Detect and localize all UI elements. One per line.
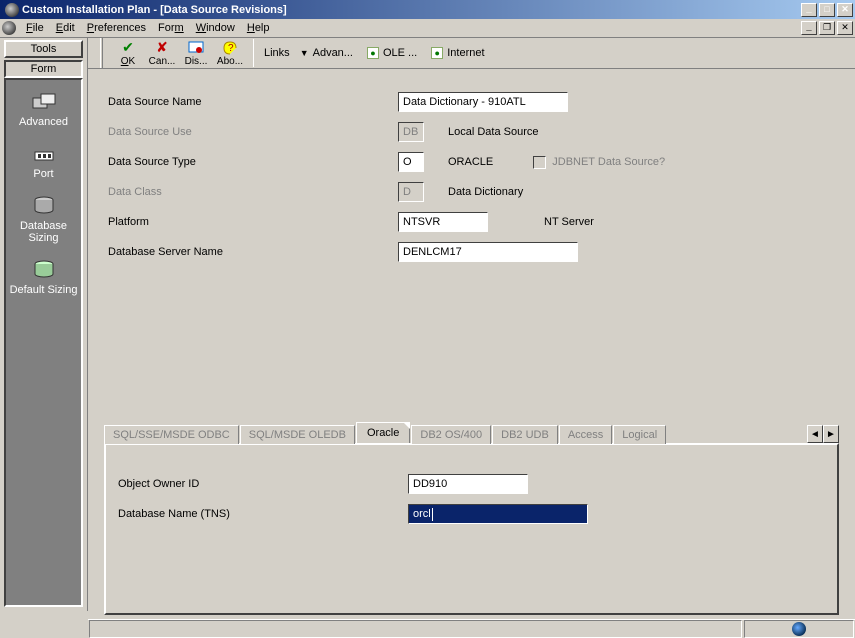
platform-desc: NT Server (544, 216, 594, 228)
label-db-server-name: Database Server Name (108, 246, 398, 258)
menu-preferences[interactable]: Preferences (81, 20, 152, 36)
oracle-tab-panel: Object Owner ID Database Name (TNS) orcl (104, 443, 839, 615)
tab-logical[interactable]: Logical (613, 425, 666, 444)
svg-text:?: ? (228, 43, 234, 54)
sidebar-item-label: Advanced (19, 116, 68, 128)
toolbar: ✔ OK ✘ Can... Dis... ? Abo... Links (88, 38, 855, 69)
status-cell-main (89, 620, 742, 638)
internet-link[interactable]: ● Internet (431, 47, 484, 59)
tab-strip: SQL/SSE/MSDE ODBC SQL/MSDE OLEDB Oracle … (104, 421, 839, 443)
tab-oracle[interactable]: Oracle (356, 422, 410, 443)
content-area: Data Source Name Data Source Use Local D… (88, 69, 855, 619)
data-class-desc: Data Dictionary (448, 186, 523, 198)
app-icon (5, 3, 19, 17)
ole-icon: ● (367, 47, 379, 59)
sidebar-item-database-sizing[interactable]: Database Sizing (6, 194, 81, 244)
display-button[interactable]: Dis... (179, 40, 213, 67)
mdi-minimize-button[interactable]: _ (801, 21, 817, 35)
label-object-owner-id: Object Owner ID (118, 478, 408, 490)
toolbar-grip[interactable] (100, 38, 103, 68)
ole-link[interactable]: ● OLE ... (367, 47, 417, 59)
tab-sql-odbc[interactable]: SQL/SSE/MSDE ODBC (104, 425, 239, 444)
advanced-link[interactable]: ▼ Advan... (300, 47, 353, 59)
x-icon: ✘ (145, 40, 179, 56)
dropdown-icon: ▼ (300, 48, 309, 58)
sidebar-item-label: Default Sizing (10, 284, 78, 296)
minimize-button[interactable]: _ (801, 3, 817, 17)
doc-icon[interactable] (2, 21, 16, 35)
sidebar: Tools Form Advanced Port Database Sizing (0, 38, 88, 611)
mdi-restore-button[interactable]: ❐ (819, 21, 835, 35)
advanced-icon (30, 90, 58, 114)
menu-help[interactable]: Help (241, 20, 276, 36)
window-title: Custom Installation Plan - [Data Source … (22, 4, 801, 16)
object-owner-id-input[interactable] (408, 474, 528, 494)
sidebar-item-advanced[interactable]: Advanced (6, 90, 81, 128)
platform-input[interactable] (398, 212, 488, 232)
window-titlebar: Custom Installation Plan - [Data Source … (0, 0, 855, 19)
data-source-type-input[interactable] (398, 152, 424, 172)
close-button[interactable]: ✕ (837, 3, 853, 17)
tab-access[interactable]: Access (559, 425, 612, 444)
label-data-class: Data Class (108, 186, 398, 198)
status-cell-globe (744, 620, 854, 638)
data-class-input (398, 182, 424, 202)
tab-sql-oledb[interactable]: SQL/MSDE OLEDB (240, 425, 355, 444)
label-database-name-tns: Database Name (TNS) (118, 508, 408, 520)
links-label: Links (264, 47, 290, 59)
sidebar-item-port[interactable]: Port (6, 142, 81, 180)
statusbar (88, 619, 855, 638)
jdbnet-checkbox[interactable]: JDBNET Data Source? (533, 156, 665, 169)
data-source-use-input (398, 122, 424, 142)
data-source-form: Data Source Name Data Source Use Local D… (104, 81, 839, 421)
mdi-close-button[interactable]: ✕ (837, 21, 853, 35)
menu-file[interactable]: File (20, 20, 50, 36)
label-platform: Platform (108, 216, 398, 228)
data-source-type-desc: ORACLE (448, 156, 493, 168)
cancel-button[interactable]: ✘ Can... (145, 40, 179, 67)
menu-edit[interactable]: Edit (50, 20, 81, 36)
database-name-tns-input[interactable]: orcl (408, 504, 588, 524)
check-icon: ✔ (111, 40, 145, 56)
globe-icon (792, 622, 806, 636)
menu-form[interactable]: Form (152, 20, 190, 36)
internet-icon: ● (431, 47, 443, 59)
maximize-button[interactable]: □ (819, 3, 835, 17)
checkbox-icon (533, 156, 546, 169)
sidebar-item-default-sizing[interactable]: Default Sizing (6, 258, 81, 296)
sidebar-item-label: Database Sizing (20, 220, 67, 244)
about-button[interactable]: ? Abo... (213, 40, 247, 67)
label-data-source-name: Data Source Name (108, 96, 398, 108)
db-server-name-input[interactable] (398, 242, 578, 262)
default-sizing-icon (30, 258, 58, 282)
tab-scroll-right[interactable]: ► (823, 425, 839, 443)
about-icon: ? (213, 40, 247, 56)
sidebar-header-tools[interactable]: Tools (4, 40, 83, 58)
data-source-use-desc: Local Data Source (448, 126, 539, 138)
label-data-source-type: Data Source Type (108, 156, 398, 168)
port-icon (30, 142, 58, 166)
sidebar-header-form[interactable]: Form (4, 60, 83, 78)
tab-db2-udb[interactable]: DB2 UDB (492, 425, 558, 444)
menu-window[interactable]: Window (190, 20, 241, 36)
database-sizing-icon (30, 194, 58, 218)
ok-button[interactable]: ✔ OK (111, 40, 145, 67)
sidebar-item-label: Port (33, 168, 53, 180)
display-icon (179, 40, 213, 56)
data-source-name-input[interactable] (398, 92, 568, 112)
tab-scroll-left[interactable]: ◄ (807, 425, 823, 443)
menubar: File Edit Preferences Form Window Help _… (0, 19, 855, 38)
label-data-source-use: Data Source Use (108, 126, 398, 138)
tab-db2-os400[interactable]: DB2 OS/400 (411, 425, 491, 444)
